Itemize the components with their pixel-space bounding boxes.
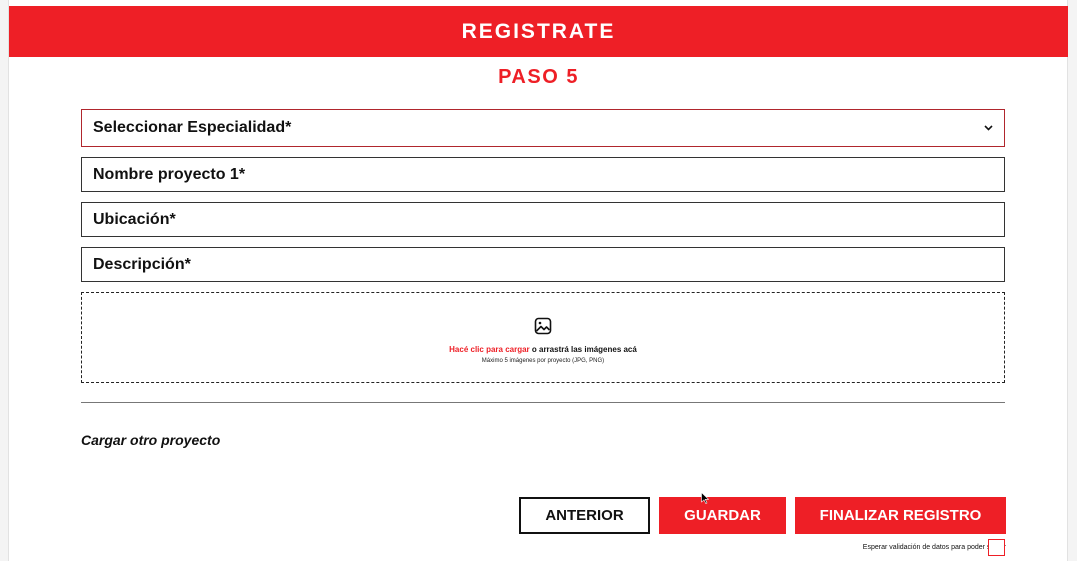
previous-button[interactable]: ANTERIOR xyxy=(519,497,650,534)
upload-link[interactable]: Hacé clic para cargar xyxy=(449,345,530,354)
step-label: PASO 5 xyxy=(498,66,579,88)
page-title: REGISTRATE xyxy=(461,19,616,43)
specialty-select[interactable]: Seleccionar Especialidad* xyxy=(81,109,1005,147)
upload-instructions: Hacé clic para cargar o arrastrá las imá… xyxy=(449,345,637,354)
description-placeholder: Descripción* xyxy=(93,255,191,273)
upload-hint: Máximo 5 imágenes por proyecto (JPG, PNG… xyxy=(481,358,605,364)
image-upload-dropzone[interactable]: Hacé clic para cargar o arrastrá las imá… xyxy=(81,292,1005,383)
specialty-select-value: Seleccionar Especialidad* xyxy=(93,119,292,136)
page-header: REGISTRATE xyxy=(9,6,1068,57)
project-name-placeholder: Nombre proyecto 1* xyxy=(93,165,246,183)
divider xyxy=(81,402,1005,403)
save-button[interactable]: GUARDAR xyxy=(659,497,786,534)
location-placeholder: Ubicación* xyxy=(93,210,176,228)
location-field[interactable]: Ubicación* xyxy=(81,202,1005,237)
mouse-cursor-icon xyxy=(701,491,710,504)
wait-validation-checkbox[interactable] xyxy=(988,539,1005,556)
chevron-down-icon xyxy=(983,123,993,133)
wait-validation-label: Esperar validación de datos para poder s… xyxy=(862,544,1006,551)
project-name-field[interactable]: Nombre proyecto 1* xyxy=(81,157,1005,192)
image-icon xyxy=(534,317,552,335)
finish-registration-button[interactable]: FINALIZAR REGISTRO xyxy=(795,497,1006,534)
upload-drag-text: o arrastrá las imágenes acá xyxy=(529,345,637,354)
description-field[interactable]: Descripción* xyxy=(81,247,1005,282)
add-project-link[interactable]: Cargar otro proyecto xyxy=(81,432,220,448)
